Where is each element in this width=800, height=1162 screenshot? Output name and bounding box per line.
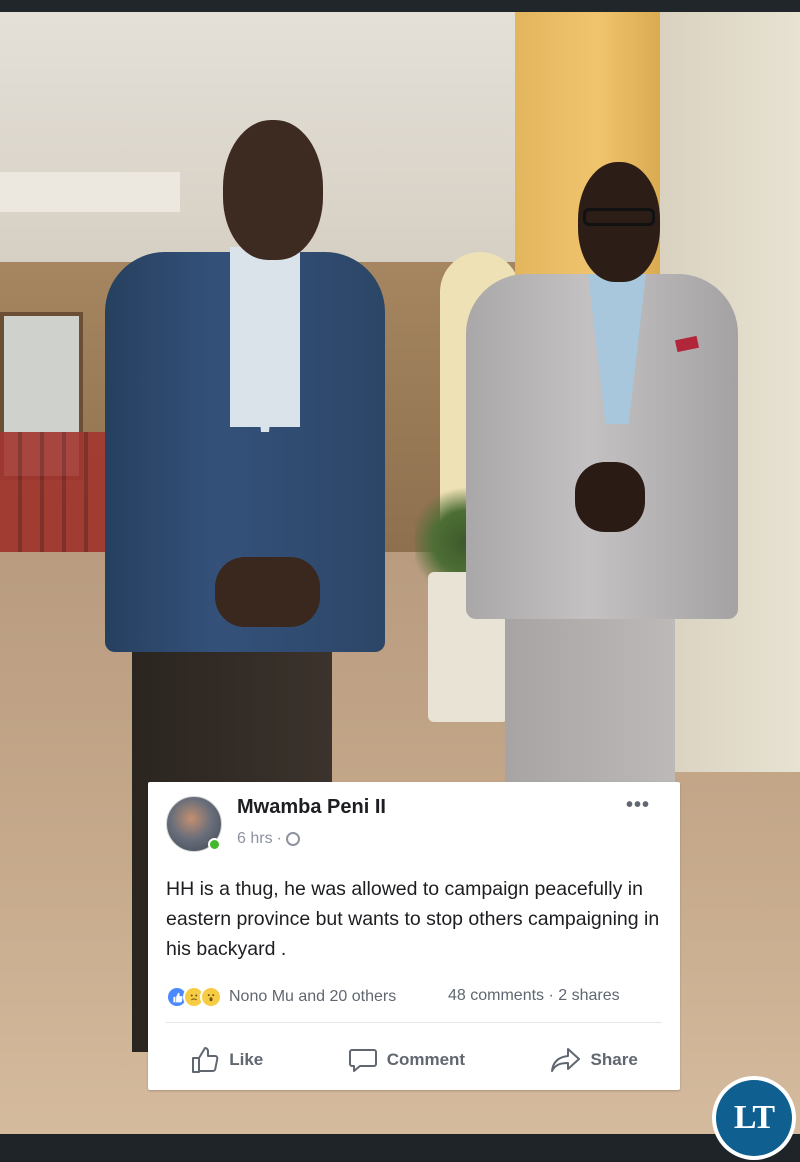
- thumbs-up-icon: [190, 1046, 220, 1074]
- post-time[interactable]: 6 hrs: [237, 830, 273, 848]
- shares-count[interactable]: 2 shares: [558, 987, 619, 1004]
- comment-button[interactable]: Comment: [348, 1046, 465, 1074]
- online-status-dot: [208, 838, 221, 851]
- bottom-bar: [0, 1134, 800, 1162]
- photo-beam: [0, 172, 180, 212]
- top-bar: [0, 0, 800, 12]
- comments-count[interactable]: 48 comments: [448, 987, 544, 1004]
- share-label: Share: [590, 1050, 638, 1069]
- globe-icon: [285, 832, 300, 846]
- comment-bubble-icon: [348, 1046, 378, 1074]
- lt-logo: LT: [712, 1076, 796, 1160]
- more-options-button[interactable]: •••: [626, 794, 650, 817]
- counts-separator: ·: [548, 987, 554, 1004]
- lt-logo-text: LT: [716, 1080, 792, 1156]
- comment-label: Comment: [386, 1050, 466, 1069]
- reaction-names: Nono Mu and 20 others: [229, 988, 397, 1005]
- person-left-head: [223, 120, 323, 260]
- like-button[interactable]: Like: [190, 1046, 263, 1074]
- person-right-glasses: [583, 208, 655, 226]
- person-right-hands: [575, 462, 645, 532]
- post-meta: 6 hrs ·: [237, 830, 300, 848]
- person-left-hands: [215, 557, 320, 627]
- engagement-counts: 48 comments · 2 shares: [448, 987, 620, 1005]
- post-text: HH is a thug, he was allowed to campaign…: [166, 878, 660, 960]
- share-button[interactable]: Share: [550, 1046, 638, 1074]
- meta-separator: ·: [276, 830, 282, 847]
- person-right-trousers: [505, 602, 675, 792]
- post-actions-bar: Like Comment Share: [148, 1040, 680, 1080]
- like-label: Like: [229, 1050, 264, 1069]
- facebook-post-card: Mwamba Peni II 6 hrs · ••• HH is a thug,…: [148, 782, 680, 1090]
- wow-reaction-icon: [200, 986, 222, 1008]
- reactions-summary[interactable]: Nono Mu and 20 others: [166, 986, 396, 1008]
- share-arrow-icon: [550, 1046, 582, 1074]
- author-name[interactable]: Mwamba Peni II: [237, 796, 386, 819]
- actions-divider: [166, 1022, 662, 1023]
